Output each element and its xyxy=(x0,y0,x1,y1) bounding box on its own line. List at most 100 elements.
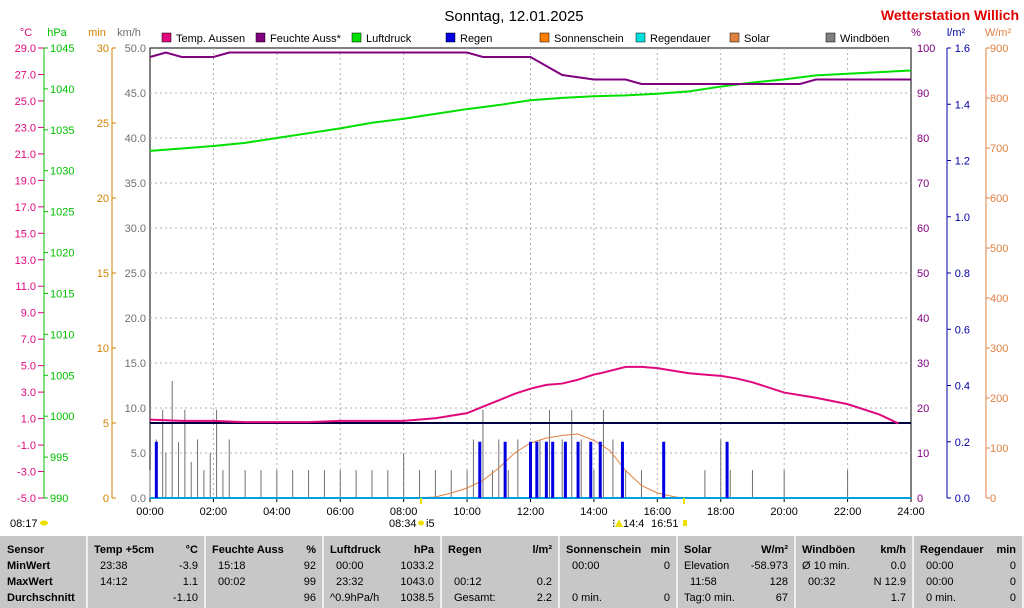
rain-bar xyxy=(725,441,729,498)
humidity-tick-label: 50 xyxy=(917,268,929,280)
time-tick-label: 22:00 xyxy=(834,506,862,518)
time-tick-label: 16:00 xyxy=(644,506,672,518)
stats-value: 99 xyxy=(303,576,316,588)
minutes-tick-label: 5 xyxy=(103,418,109,430)
solar-tick-label: 400 xyxy=(990,293,1008,305)
stats-label: 15:18 xyxy=(218,560,246,572)
pressure-tick-label: 1035 xyxy=(50,125,74,137)
legend-swatch xyxy=(635,32,646,43)
stats-row: Durchschnitt xyxy=(0,591,86,605)
stats-value: N 12.9 xyxy=(873,576,906,588)
time-tick-label: 18:00 xyxy=(707,506,735,518)
legend-swatch xyxy=(351,32,362,43)
rain-bar xyxy=(576,441,580,498)
temp-tick-label: 9.0 xyxy=(21,308,36,320)
stats-label: Sensor xyxy=(7,544,45,556)
time-tick-label: 02:00 xyxy=(200,506,228,518)
rain-bar xyxy=(589,441,593,498)
stats-row: 00:32 N 12.9 xyxy=(796,575,912,589)
stats-label: Feuchte Auss xyxy=(212,544,284,556)
legend-label: Regen xyxy=(460,33,492,45)
stats-group: Regendauer min 00:00 0 00:00 0 0 min. 0 xyxy=(914,536,1024,608)
stats-header: Temp +5cm °C xyxy=(88,543,204,557)
stats-row: 14:12 1.1 xyxy=(88,575,204,589)
time-tick-label: 06:00 xyxy=(326,506,354,518)
stats-label: 11:58 xyxy=(690,576,717,588)
stats-value: -58.973 xyxy=(750,560,788,572)
rain-tick-label: 0.2 xyxy=(955,437,970,449)
humidity-tick-label: 0 xyxy=(917,493,923,505)
stats-value: 0.0 xyxy=(890,560,906,572)
pressure-tick-label: 990 xyxy=(50,493,68,505)
humidity-tick-label: 60 xyxy=(917,223,929,235)
stats-row: Gesamt: 2.2 xyxy=(442,591,558,605)
stats-row: 00:00 0 xyxy=(914,559,1022,573)
stats-label: MaxWert xyxy=(7,576,53,588)
pressure-tick-label: 1010 xyxy=(50,329,74,341)
stats-value: 96 xyxy=(303,592,316,604)
stats-row: 0 min. 0 xyxy=(560,591,676,605)
stats-value: 67 xyxy=(775,592,788,604)
legend-label: Windböen xyxy=(840,33,890,45)
minutes-axis-unit: min xyxy=(88,27,106,39)
legend-swatch xyxy=(729,32,740,43)
stats-row: Ø 10 min. 0.0 xyxy=(796,559,912,573)
rain-tick-label: 0.6 xyxy=(955,324,970,336)
legend-label: Luftdruck xyxy=(366,33,412,45)
rain-bar xyxy=(503,441,507,498)
stats-label: Elevation xyxy=(684,560,730,572)
solar-tick-label: 0 xyxy=(990,493,996,505)
stats-value: 1033.2 xyxy=(400,560,434,572)
stats-row: Tag:0 min. 67 xyxy=(678,591,794,605)
stats-header: Solar W/m² xyxy=(678,543,794,557)
stats-header: Luftdruck hPa xyxy=(324,543,440,557)
rain-tick-label: 1.2 xyxy=(955,156,970,168)
temp-tick-label: 1.0 xyxy=(21,414,36,426)
minutes-tick-label: 20 xyxy=(97,193,109,205)
temp-tick-label: 13.0 xyxy=(15,255,36,267)
temp-tick-label: 5.0 xyxy=(21,361,36,373)
legend-swatch xyxy=(445,32,456,43)
stats-value: W/m² xyxy=(761,544,788,556)
humidity-tick-label: 90 xyxy=(917,88,929,100)
stats-header: Sensor xyxy=(0,543,86,557)
temp-tick-label: 25.0 xyxy=(15,96,36,108)
solar-axis-unit: W/m² xyxy=(985,27,1012,39)
sun-start-icon xyxy=(418,520,424,526)
wind-tick-label: 25.0 xyxy=(125,268,146,280)
stats-label: 00:00 xyxy=(926,576,954,588)
temp-tick-label: -5.0 xyxy=(17,493,36,505)
stats-value: 1043.0 xyxy=(400,576,434,588)
stats-row: 00:00 0 xyxy=(560,559,676,573)
temp-tick-label: 3.0 xyxy=(21,387,36,399)
solar-tick-label: 700 xyxy=(990,143,1008,155)
stats-value: 128 xyxy=(769,576,788,588)
temp-tick-label: 29.0 xyxy=(15,43,36,55)
stats-value: hPa xyxy=(413,544,434,556)
stats-row: 0 min. 0 xyxy=(914,591,1022,605)
wind-tick-label: 0.0 xyxy=(131,493,146,505)
wind-tick-label: 35.0 xyxy=(125,178,146,190)
stats-row: 96 xyxy=(206,591,322,605)
sunrise-time: 08:17 xyxy=(10,518,38,530)
stats-row: 23:38 -3.9 xyxy=(88,559,204,573)
stats-group: Regen l/m² 00:12 0.2 Gesamt: 2.2 xyxy=(442,536,560,608)
stats-value: km/h xyxy=(880,544,906,556)
pressure-tick-label: 1045 xyxy=(50,43,74,55)
legend-label: Feuchte Auss* xyxy=(270,33,342,45)
stats-label: 00:32 xyxy=(808,576,836,588)
stats-label: Tag:0 min. xyxy=(684,592,735,604)
time-tick-label: 12:00 xyxy=(517,506,545,518)
weather-chart: Sonntag, 12.01.2025 Wetterstation Willich… xyxy=(10,7,1019,530)
stats-row: 11:58 128 xyxy=(678,575,794,589)
stats-value: l/m² xyxy=(532,544,552,556)
rain-axis-unit: l/m² xyxy=(947,27,966,39)
stats-value: 0 xyxy=(663,592,670,604)
stats-label: 23:32 xyxy=(336,576,364,588)
time-tick-label: 20:00 xyxy=(770,506,798,518)
sunrise-sun-icon xyxy=(40,520,48,526)
stats-group: Temp +5cm °C 23:38 -3.9 14:12 1.1 -1.10 xyxy=(88,536,206,608)
stats-value: 1.7 xyxy=(890,592,906,604)
station-name: Wetterstation Willich xyxy=(881,7,1019,23)
humidity-tick-label: 40 xyxy=(917,313,929,325)
